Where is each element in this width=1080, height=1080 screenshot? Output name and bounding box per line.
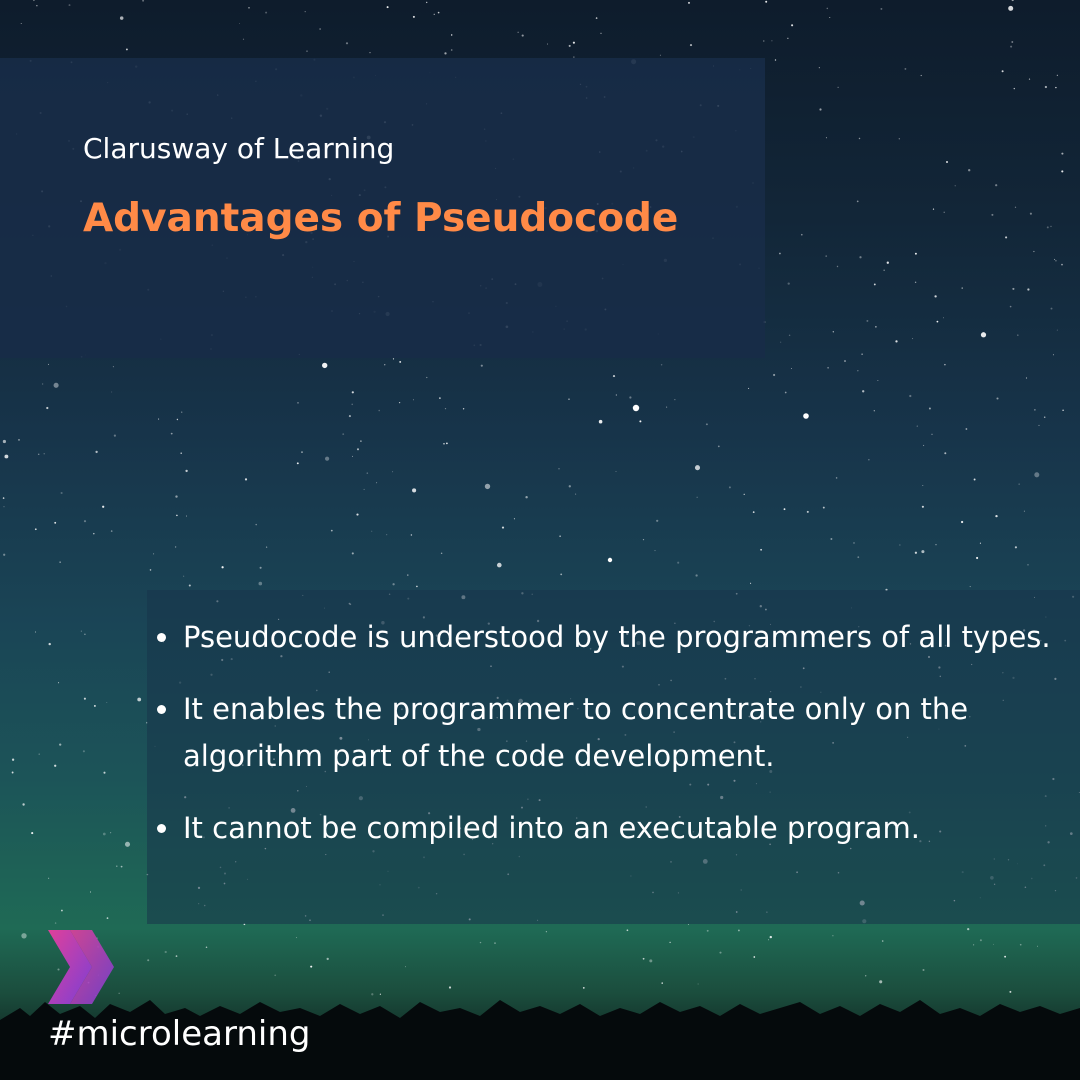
list-item: Pseudocode is understood by the programm…	[157, 614, 1068, 661]
brand-subtitle: Clarusway of Learning	[83, 132, 395, 165]
page-title: Advantages of Pseudocode	[83, 196, 679, 241]
hashtag-label: #microlearning	[48, 1014, 311, 1054]
double-chevron-icon	[48, 930, 114, 1004]
advantages-list: Pseudocode is understood by the programm…	[157, 614, 1068, 877]
list-item: It cannot be compiled into an executable…	[157, 805, 1068, 852]
list-item: It enables the programmer to concentrate…	[157, 686, 1068, 780]
